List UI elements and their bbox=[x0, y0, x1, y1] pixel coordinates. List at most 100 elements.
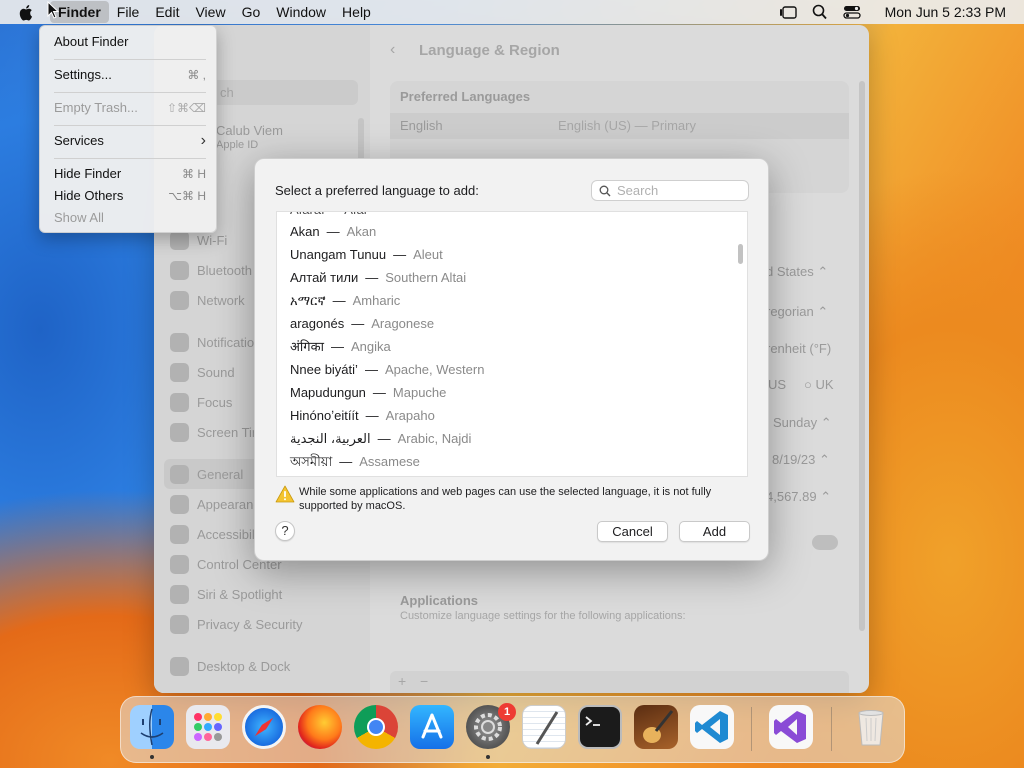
list-item[interactable]: Nnee biyáti’ — Apache, Western bbox=[290, 360, 484, 380]
safari-icon[interactable] bbox=[242, 705, 286, 749]
language-english: Arabic, Najdi bbox=[397, 431, 472, 446]
settings-badge: 1 bbox=[498, 703, 516, 721]
language-english: Southern Altai bbox=[385, 270, 467, 285]
services-item[interactable]: Services › bbox=[54, 131, 206, 151]
list-item[interactable]: অসমীয়া — Assamese bbox=[290, 452, 420, 472]
language-english: Assamese bbox=[359, 454, 420, 469]
language-list-scrollbar[interactable] bbox=[738, 244, 743, 264]
help-button[interactable]: ? bbox=[275, 521, 295, 541]
language-search-input[interactable] bbox=[617, 182, 742, 199]
terminal-icon[interactable] bbox=[578, 705, 622, 749]
empty-trash-item: Empty Trash... ⇧⌘⌫ bbox=[54, 98, 206, 118]
language-native: Akan bbox=[290, 224, 320, 239]
cancel-button[interactable]: Cancel bbox=[597, 521, 668, 542]
hide-finder-item[interactable]: Hide Finder ⌘ H bbox=[54, 164, 206, 184]
firefox-icon[interactable] bbox=[298, 705, 342, 749]
visual-studio-icon[interactable] bbox=[769, 705, 813, 749]
menu-shortcut: ⌘ , bbox=[187, 68, 206, 82]
trash-icon[interactable] bbox=[849, 705, 893, 749]
language-native: अंगिका bbox=[290, 339, 324, 354]
launchpad-icon[interactable] bbox=[186, 705, 230, 749]
language-english: Aleut bbox=[413, 247, 443, 262]
language-native: Unangam Tunuu bbox=[290, 247, 387, 262]
vscode-logo-icon bbox=[695, 711, 728, 743]
apple-icon[interactable] bbox=[19, 4, 35, 21]
language-english: Mapuche bbox=[392, 385, 447, 400]
trash-can-icon bbox=[858, 710, 884, 746]
vscode-icon[interactable] bbox=[690, 705, 734, 749]
settings-item[interactable]: Settings... ⌘ , bbox=[54, 65, 206, 85]
language-native: Mapudungun bbox=[290, 385, 366, 400]
terminal-prompt-icon bbox=[585, 716, 600, 726]
instruments-icon[interactable] bbox=[634, 705, 678, 749]
list-item-partial[interactable]: Afaraf — Afar bbox=[290, 212, 368, 220]
list-item[interactable]: Akan — Akan bbox=[290, 222, 376, 242]
menu-edit[interactable]: Edit bbox=[147, 1, 187, 23]
menu-go[interactable]: Go bbox=[234, 1, 269, 23]
finder-running-indicator bbox=[150, 755, 154, 759]
language-english: Amharic bbox=[352, 293, 401, 308]
language-english: Angika bbox=[350, 339, 391, 354]
list-item[interactable]: Hinónoʼeitíít — Arapaho bbox=[290, 406, 435, 426]
menu-separator bbox=[54, 59, 206, 60]
language-native: aragonés bbox=[290, 316, 345, 331]
app-store-a-icon bbox=[421, 713, 443, 739]
warning-icon bbox=[275, 485, 295, 503]
language-native: العربية، النجدية bbox=[290, 431, 371, 446]
language-search-field[interactable] bbox=[591, 180, 749, 201]
menu-item-label: Settings... bbox=[54, 67, 112, 82]
language-list[interactable]: Afaraf — Afar Akan—Akan Unangam Tunuu—Al… bbox=[276, 211, 748, 477]
mouse-pointer-icon bbox=[47, 1, 59, 19]
chevron-right-icon: › bbox=[200, 132, 206, 149]
about-finder-item[interactable]: About Finder bbox=[54, 32, 206, 52]
list-item[interactable]: العربية، النجدية — Arabic, Najdi bbox=[290, 429, 471, 449]
menu-window[interactable]: Window bbox=[268, 1, 334, 23]
menu-item-label: About Finder bbox=[54, 34, 129, 49]
language-english: Apache, Western bbox=[384, 362, 485, 377]
language-native: Hinónoʼeitíít bbox=[290, 408, 359, 423]
compass-icon bbox=[254, 717, 274, 737]
language-native: অসমীয়া bbox=[290, 454, 333, 469]
menu-separator bbox=[54, 158, 206, 159]
menu-separator bbox=[54, 92, 206, 93]
list-item[interactable]: अंगिका — Angika bbox=[290, 337, 391, 357]
menu-item-label: Hide Finder bbox=[54, 166, 122, 181]
language-native: Алтай тили bbox=[290, 270, 359, 285]
menu-bar: Finder File Edit View Go Window Help Mon… bbox=[0, 0, 1024, 24]
guitar-icon bbox=[643, 710, 674, 743]
spotlight-icon[interactable] bbox=[811, 4, 829, 20]
list-item[interactable]: Алтай тили — Southern Altai bbox=[290, 268, 466, 288]
menu-separator bbox=[54, 125, 206, 126]
sheet-prompt: Select a preferred language to add: bbox=[275, 183, 479, 198]
list-item[interactable]: Mapudungun — Mapuche bbox=[290, 383, 446, 403]
app-store-icon[interactable] bbox=[410, 705, 454, 749]
language-english: Arapaho bbox=[385, 408, 435, 423]
launchpad-grid-icon bbox=[194, 713, 222, 741]
list-item[interactable]: አማርኛ — Amharic bbox=[290, 291, 400, 311]
menu-shortcut: ⇧⌘⌫ bbox=[166, 101, 206, 115]
menu-file[interactable]: File bbox=[109, 1, 148, 23]
chrome-icon[interactable] bbox=[354, 705, 398, 749]
stage-manager-icon[interactable] bbox=[779, 4, 797, 20]
control-center-icon[interactable] bbox=[842, 4, 861, 20]
add-button[interactable]: Add bbox=[679, 521, 750, 542]
warning-text: While some applications and web pages ca… bbox=[299, 486, 712, 512]
show-all-item: Show All bbox=[54, 208, 206, 228]
menu-help[interactable]: Help bbox=[334, 1, 379, 23]
settings-running-indicator bbox=[486, 755, 490, 759]
textedit-icon[interactable] bbox=[522, 705, 566, 749]
menu-view[interactable]: View bbox=[187, 1, 233, 23]
finder-face-icon bbox=[140, 708, 164, 746]
menu-shortcut: ⌥⌘ H bbox=[168, 189, 206, 203]
menu-item-label: Hide Others bbox=[54, 188, 124, 203]
menubar-clock[interactable]: Mon Jun 5 2:33 PM bbox=[885, 4, 1006, 20]
menu-item-label: Empty Trash... bbox=[54, 100, 138, 115]
language-native: Nnee biyáti’ bbox=[290, 362, 358, 377]
hide-others-item[interactable]: Hide Others ⌥⌘ H bbox=[54, 186, 206, 206]
finder-icon[interactable] bbox=[130, 705, 174, 749]
add-language-sheet: Select a preferred language to add: Afar… bbox=[254, 158, 769, 561]
dock-separator bbox=[751, 707, 752, 751]
finder-menu: About Finder Settings... ⌘ , Empty Trash.… bbox=[39, 25, 217, 233]
list-item[interactable]: aragonés — Aragonese bbox=[290, 314, 434, 334]
list-item[interactable]: Unangam Tunuu — Aleut bbox=[290, 245, 443, 265]
